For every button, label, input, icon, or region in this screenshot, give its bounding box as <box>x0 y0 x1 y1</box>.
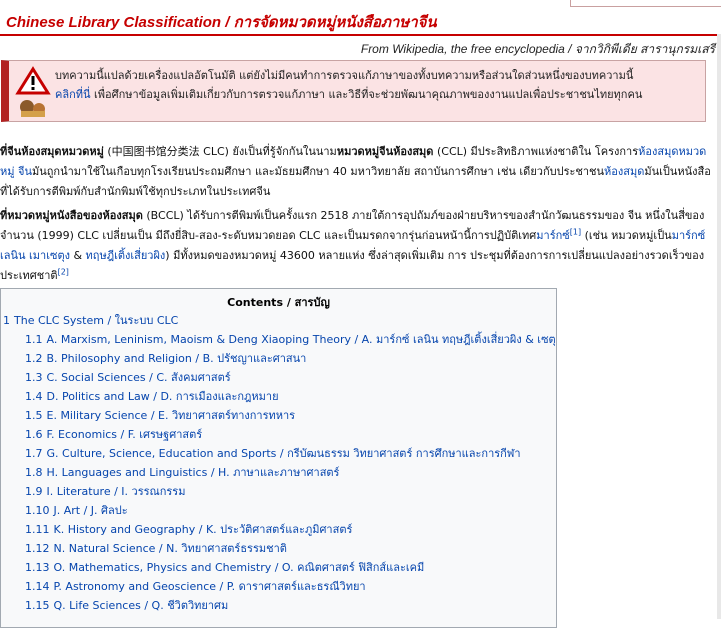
toc-item-number: 1.11 <box>25 523 50 536</box>
toc-item-label: H. Languages and Linguistics / H. ภาษาแล… <box>46 466 340 479</box>
toc-item-number: 1.2 <box>25 352 43 365</box>
scrollbar[interactable] <box>717 34 721 619</box>
toc-item-label: A. Marxism, Leninism, Maoism & Deng Xiao… <box>46 333 557 346</box>
toc-item-label: F. Economics / F. เศรษฐศาสตร์ <box>46 428 203 441</box>
toc-item[interactable]: 1.7 G. Culture, Science, Education and Sp… <box>1 444 556 463</box>
toc-item[interactable]: 1.3 C. Social Sciences / C. สังคมศาสตร์ <box>1 368 556 387</box>
notice-line2: เพื่อศึกษาข้อมูลเพิ่มเติมเกี่ยวกับการตรว… <box>90 88 643 101</box>
toc-item-label: D. Politics and Law / D. การเมืองและกฎหม… <box>46 390 279 403</box>
toc-item-number: 1.13 <box>25 561 50 574</box>
marx-link[interactable]: มาร์กซ์ <box>536 229 569 242</box>
toc-title: Contents / สารบัญ <box>227 296 330 309</box>
toc-item[interactable]: 1.14 P. Astronomy and Geoscience / P. ดาร… <box>1 577 556 596</box>
toc-item[interactable]: 1.8 H. Languages and Linguistics / H. ภาษ… <box>1 463 556 482</box>
toc-list: 1 The CLC System / ในระบบ CLC 1.1 A. Marxis… <box>1 311 556 615</box>
intro-paragraph-1: ที่จีนห้องสมุดหมวดหมู่ (中国图书馆分类法 CLC) ยั… <box>0 142 716 202</box>
toc-item[interactable]: 1.11 K. History and Geography / K. ประวัต… <box>1 520 556 539</box>
toc-item-number: 1.5 <box>25 409 43 422</box>
toc-item-number: 1.8 <box>25 466 43 479</box>
toc-item-number: 1.6 <box>25 428 43 441</box>
toc-item-number: 1.9 <box>25 485 43 498</box>
notice-icons <box>15 65 51 119</box>
intro-text: มันถูกนำมาใช้ในเกือบทุกโรงเรียนประถมศึกษ… <box>31 165 605 178</box>
toc-item-number: 1.3 <box>25 371 43 384</box>
machine-translation-notice: บทความนี้แปลด้วยเครื่องแปลอัตโนมัติ แต่ย… <box>1 60 706 122</box>
toc-item-label: O. Mathematics, Physics and Chemistry / … <box>53 561 425 574</box>
toc-item-number: 1.4 <box>25 390 43 403</box>
toc-item-label: C. Social Sciences / C. สังคมศาสตร์ <box>46 371 231 384</box>
toc-item[interactable]: 1.5 E. Military Science / E. วิทยาศาสตร์ท… <box>1 406 556 425</box>
toc-item[interactable]: 1.13 O. Mathematics, Physics and Chemistr… <box>1 558 556 577</box>
toc-item[interactable]: 1 The CLC System / ในระบบ CLC <box>1 311 556 330</box>
library-link[interactable]: ห้องสมุด <box>604 165 644 178</box>
from-wikipedia-tagline: From Wikipedia, the free encyclopedia / … <box>360 42 715 56</box>
toc-item-number: 1.14 <box>25 580 50 593</box>
china-link[interactable]: จีน <box>18 165 32 178</box>
toc-item-label: J. Art / J. ศิลปะ <box>53 504 128 517</box>
notice-line1: บทความนี้แปลด้วยเครื่องแปลอัตโนมัติ แต่ย… <box>55 69 634 82</box>
toc-item-label: N. Natural Science / N. วิทยาศาสตร์ธรรมช… <box>53 542 287 555</box>
toc-item-label: Q. Life Sciences / Q. ชีวิตวิทยาศม <box>53 599 229 612</box>
toc-item-label: G. Culture, Science, Education and Sport… <box>46 447 521 460</box>
toc-item[interactable]: 1.9 I. Literature / I. วรรณกรรม <box>1 482 556 501</box>
toc-item-label: E. Military Science / E. วิทยาศาสตร์ทางก… <box>46 409 296 422</box>
toc-item-number: 1.1 <box>25 333 43 346</box>
page-header: Chinese Library Classification / การจัดห… <box>0 0 721 36</box>
intro-text: (中国图书馆分类法 CLC) ยังเป็นที่รู้จักกันในนาม <box>103 145 337 158</box>
notice-click-here-link[interactable]: คลิกที่นี่ <box>55 88 91 101</box>
intro-bold-term-2: หมวดหมู่จีนห้องสมุด <box>336 145 434 158</box>
table-of-contents: Contents / สารบัญ 1 The CLC System / ในระ… <box>0 288 557 628</box>
intro-text: (CCL) มีประสิทธิภาพแห่งชาติใน โครงการ <box>433 145 639 158</box>
toc-item-number: 1.10 <box>25 504 50 517</box>
tools-icon <box>20 100 45 117</box>
toc-item-label: K. History and Geography / K. ประวัติศาส… <box>53 523 353 536</box>
intro-bold-term-1: ที่จีนห้องสมุดหมวดหมู่ <box>0 145 104 158</box>
toc-item-label: P. Astronomy and Geoscience / P. ดาราศาส… <box>53 580 366 593</box>
page-title: Chinese Library Classification / การจัดห… <box>6 14 437 31</box>
notice-text: บทความนี้แปลด้วยเครื่องแปลอัตโนมัติ แต่ย… <box>55 66 705 104</box>
toc-item-label: B. Philosophy and Religion / B. ปรัชญาแล… <box>46 352 307 365</box>
reference-1-link[interactable]: [1] <box>570 227 581 236</box>
toc-item[interactable]: 1.6 F. Economics / F. เศรษฐศาสตร์ <box>1 425 556 444</box>
deng-xiaoping-theory-link[interactable]: ทฤษฎีเติ้งเสี่ยวผิง <box>86 249 166 262</box>
toc-item[interactable]: 1.1 A. Marxism, Leninism, Maoism & Deng X… <box>1 330 556 349</box>
toc-item-number: 1 <box>3 314 10 327</box>
header-corner-decoration <box>570 0 721 7</box>
toc-item[interactable]: 1.2 B. Philosophy and Religion / B. ปรัชญ… <box>1 349 556 368</box>
toc-item[interactable]: 1.12 N. Natural Science / N. วิทยาศาสตร์ธ… <box>1 539 556 558</box>
intro-text: (เช่น หมวดหมู่เป็น <box>581 229 672 242</box>
toc-item-number: 1.12 <box>25 542 50 555</box>
warning-triangle-icon <box>15 66 51 117</box>
toc-item[interactable]: 1.4 D. Politics and Law / D. การเมืองและก… <box>1 387 556 406</box>
intro-text: & <box>69 249 86 262</box>
toc-item-number: 1.7 <box>25 447 43 460</box>
intro-bold-term-3: ที่หมวดหมู่หนังสือของห้องสมุด <box>0 209 143 222</box>
toc-item[interactable]: 1.10 J. Art / J. ศิลปะ <box>1 501 556 520</box>
toc-item-number: 1.15 <box>25 599 50 612</box>
toc-item[interactable]: 1.15 Q. Life Sciences / Q. ชีวิตวิทยาศม <box>1 596 556 615</box>
reference-2-link[interactable]: [2] <box>58 267 69 276</box>
toc-item-label: The CLC System / ในระบบ CLC <box>14 314 179 327</box>
toc-item-label: I. Literature / I. วรรณกรรม <box>46 485 186 498</box>
intro-paragraph-2: ที่หมวดหมู่หนังสือของห้องสมุด (BCCL) ได้… <box>0 206 716 286</box>
